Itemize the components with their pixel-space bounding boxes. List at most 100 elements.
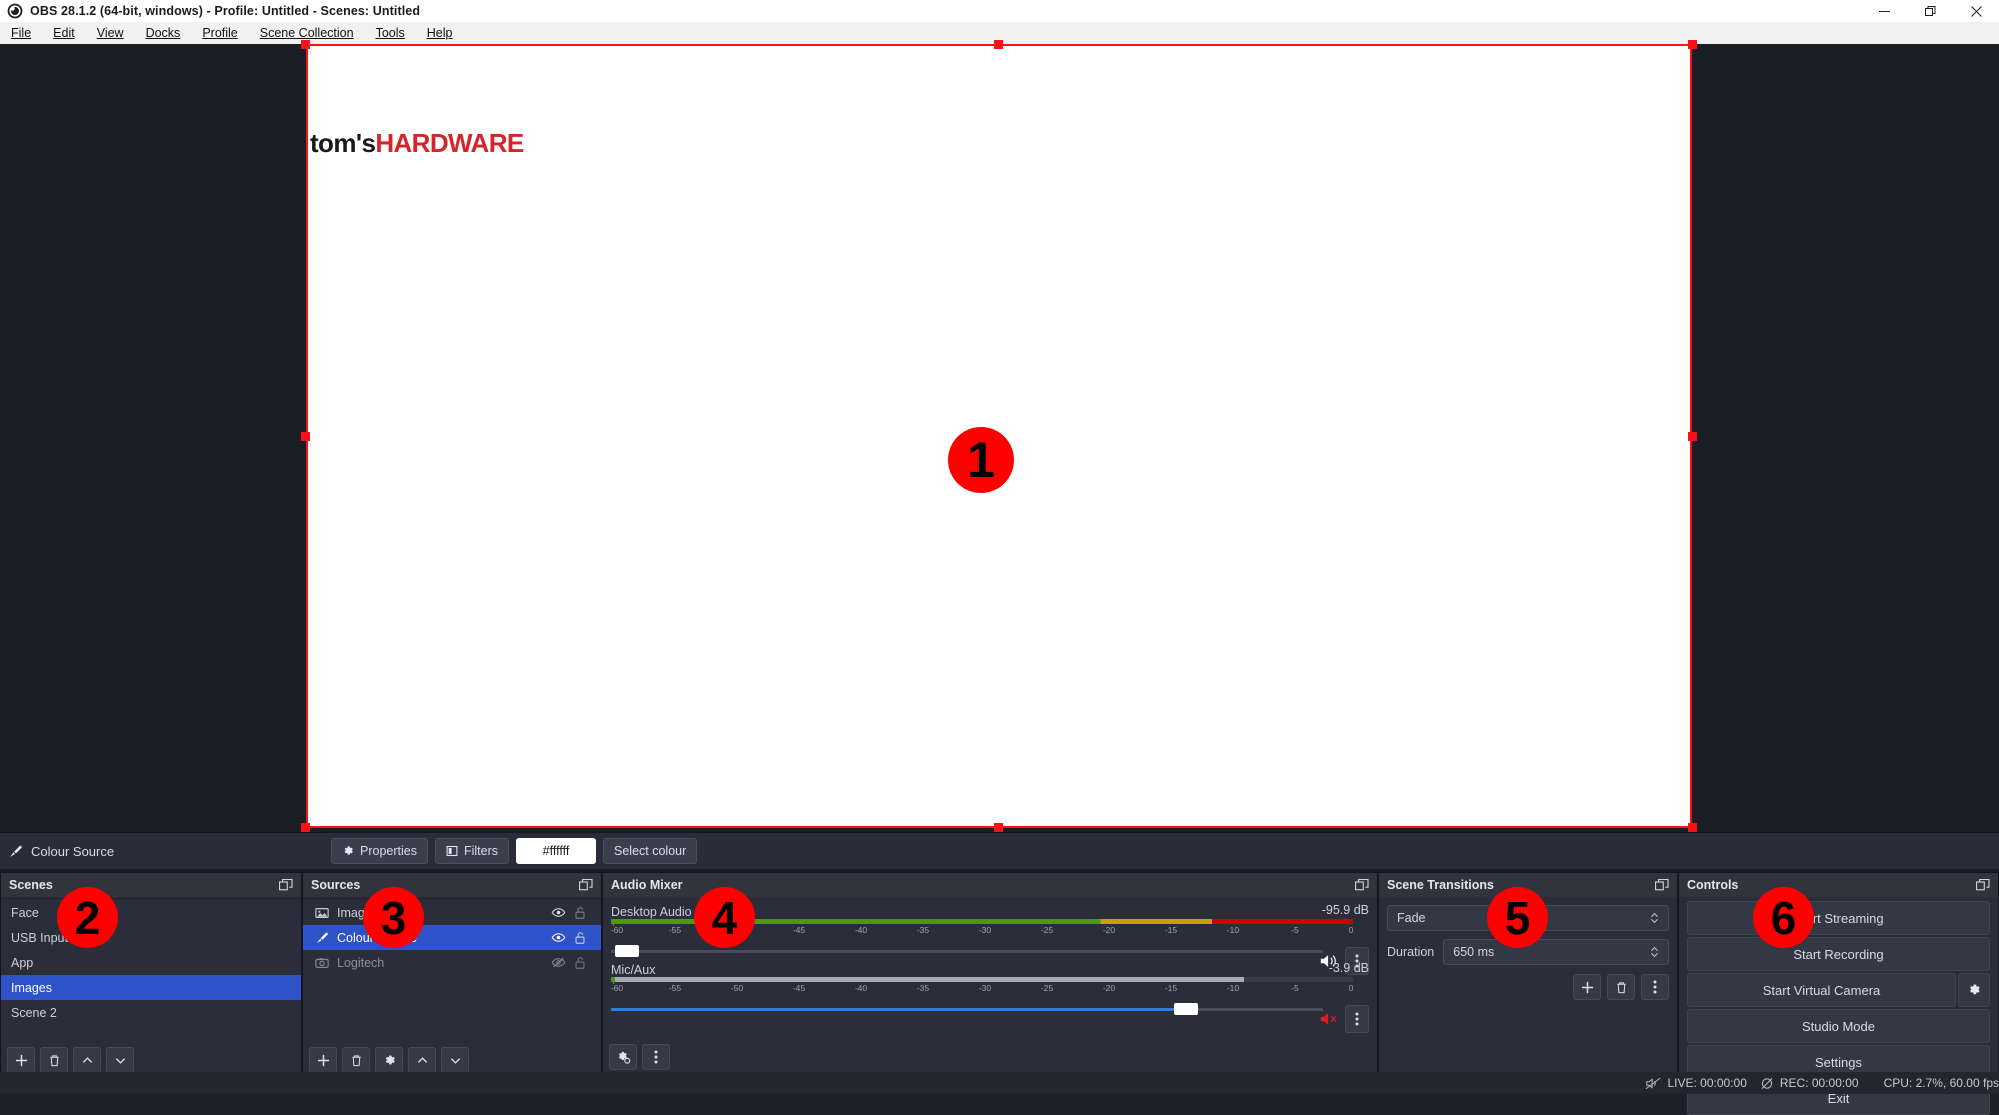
scenes-list[interactable]: Face USB Input App Images Scene 2 [1, 900, 301, 1076]
scale-tick-label: -5 [1291, 983, 1299, 993]
audio-volume-slider-mic[interactable] [611, 1001, 1323, 1017]
eye-visible-icon[interactable] [547, 930, 569, 945]
controls-dock-title: Controls [1679, 873, 1998, 897]
selection-handle-top-left[interactable] [301, 40, 310, 49]
scene-item-label: Scene 2 [11, 1006, 291, 1020]
menu-tools-label: Tools [376, 26, 405, 40]
select-colour-button[interactable]: Select colour [603, 838, 697, 864]
menu-edit-label: Edit [53, 26, 75, 40]
menu-view-label: View [97, 26, 124, 40]
add-transition-button[interactable] [1573, 974, 1601, 1000]
studio-mode-button[interactable]: Studio Mode [1687, 1009, 1990, 1043]
audio-menu-button[interactable] [642, 1044, 670, 1070]
popout-icon[interactable] [1976, 879, 1990, 891]
properties-button[interactable]: Properties [331, 838, 428, 864]
unlock-icon[interactable] [569, 956, 591, 970]
scene-item-scene-2[interactable]: Scene 2 [1, 1000, 301, 1025]
slider-knob[interactable] [615, 945, 639, 957]
spinner-chevrons-icon[interactable] [1650, 945, 1659, 959]
unlock-icon[interactable] [569, 906, 591, 920]
sources-list[interactable]: Image Colour Source [303, 900, 601, 1076]
menu-file[interactable]: File [0, 24, 42, 42]
selection-handle-bottom-center[interactable] [994, 823, 1003, 832]
preview-area[interactable]: tom'sHARDWARE 1 [0, 44, 1999, 832]
scene-item-face[interactable]: Face [1, 900, 301, 925]
selection-handle-middle-left[interactable] [301, 432, 310, 441]
audio-track-menu-button[interactable] [1345, 1005, 1369, 1033]
remove-transition-button[interactable] [1607, 974, 1635, 1000]
slider-knob[interactable] [1174, 1003, 1198, 1015]
menu-tools[interactable]: Tools [365, 24, 416, 42]
start-streaming-button[interactable]: Start Streaming [1687, 901, 1990, 935]
scale-tick-label: -20 [1103, 983, 1115, 993]
menu-help[interactable]: Help [416, 24, 464, 42]
transition-select-value: Fade [1397, 911, 1426, 925]
source-item-colour-source[interactable]: Colour Source [303, 925, 601, 950]
popout-icon[interactable] [1655, 879, 1669, 891]
broadcast-off-icon [1645, 1077, 1661, 1090]
remove-source-button[interactable] [342, 1047, 370, 1073]
virtual-camera-settings-button[interactable] [1958, 973, 1990, 1007]
audio-track-mic-aux[interactable]: Mic/Aux -3.9 dB -60 -55 -50 -45 -40 -35 … [611, 961, 1369, 1017]
audio-track-db: -95.9 dB [1322, 903, 1369, 917]
menu-docks[interactable]: Docks [135, 24, 192, 42]
scale-tick-label: -20 [1103, 925, 1115, 935]
status-live-group: LIVE: 00:00:00 [1645, 1076, 1746, 1090]
move-source-down-button[interactable] [441, 1047, 469, 1073]
menu-file-label: File [11, 26, 31, 40]
scale-tick-label: -60 [611, 983, 623, 993]
selection-handle-bottom-right[interactable] [1688, 823, 1697, 832]
menu-view[interactable]: View [86, 24, 135, 42]
source-tomshardware-logo: tom'sHARDWARE [310, 128, 524, 159]
scene-item-images[interactable]: Images [1, 975, 301, 1000]
unlock-icon[interactable] [569, 931, 591, 945]
scene-item-app[interactable]: App [1, 950, 301, 975]
menu-edit[interactable]: Edit [42, 24, 86, 42]
start-virtual-camera-button[interactable]: Start Virtual Camera [1687, 973, 1956, 1007]
filters-icon [446, 845, 458, 857]
minimize-icon[interactable] [1861, 0, 1907, 22]
speaker-muted-icon[interactable] [1319, 1010, 1339, 1028]
popout-icon[interactable] [1355, 879, 1369, 891]
close-icon[interactable] [1953, 0, 1999, 22]
controls-body[interactable]: Start Streaming Start Recording Start Vi… [1679, 897, 1998, 1073]
eye-visible-icon[interactable] [547, 905, 569, 920]
scenes-dock-title-label: Scenes [9, 878, 53, 892]
popout-icon[interactable] [279, 879, 293, 891]
annotation-badge-5-label: 5 [1505, 891, 1531, 945]
source-item-image[interactable]: Image [303, 900, 601, 925]
menu-profile[interactable]: Profile [191, 24, 248, 42]
move-scene-up-button[interactable] [73, 1047, 101, 1073]
sources-dock-title: Sources [303, 873, 601, 897]
source-item-label: Logitech [337, 956, 547, 970]
scenes-dock-title: Scenes [1, 873, 301, 897]
move-source-up-button[interactable] [408, 1047, 436, 1073]
selection-handle-bottom-left[interactable] [301, 823, 310, 832]
scale-tick-label: 0 [1349, 983, 1354, 993]
add-scene-button[interactable] [7, 1047, 35, 1073]
transition-duration-field[interactable]: 650 ms [1443, 939, 1669, 965]
scene-item-usb-input[interactable]: USB Input [1, 925, 301, 950]
eye-hidden-icon[interactable] [547, 955, 569, 970]
move-scene-down-button[interactable] [106, 1047, 134, 1073]
maximize-icon[interactable] [1907, 0, 1953, 22]
controls-dock: Controls Start Streaming Start Recording… [1678, 872, 1999, 1072]
filters-button[interactable]: Filters [435, 838, 509, 864]
source-item-logitech[interactable]: Logitech [303, 950, 601, 975]
select-colour-button-label: Select colour [614, 844, 686, 858]
annotation-badge-4: 4 [694, 887, 755, 948]
popout-icon[interactable] [579, 879, 593, 891]
selection-handle-middle-right[interactable] [1688, 432, 1697, 441]
remove-scene-button[interactable] [40, 1047, 68, 1073]
source-properties-button[interactable] [375, 1047, 403, 1073]
colour-swatch-field[interactable]: #ffffff [516, 838, 596, 864]
transition-menu-button[interactable] [1641, 974, 1669, 1000]
audio-advanced-properties-button[interactable] [609, 1044, 637, 1070]
add-source-button[interactable] [309, 1047, 337, 1073]
transition-duration-label: Duration [1387, 945, 1434, 959]
annotation-badge-5: 5 [1487, 887, 1548, 948]
start-recording-button[interactable]: Start Recording [1687, 937, 1990, 971]
selection-handle-top-center[interactable] [994, 40, 1003, 49]
selection-handle-top-right[interactable] [1688, 40, 1697, 49]
scale-tick-label: -5 [1291, 925, 1299, 935]
